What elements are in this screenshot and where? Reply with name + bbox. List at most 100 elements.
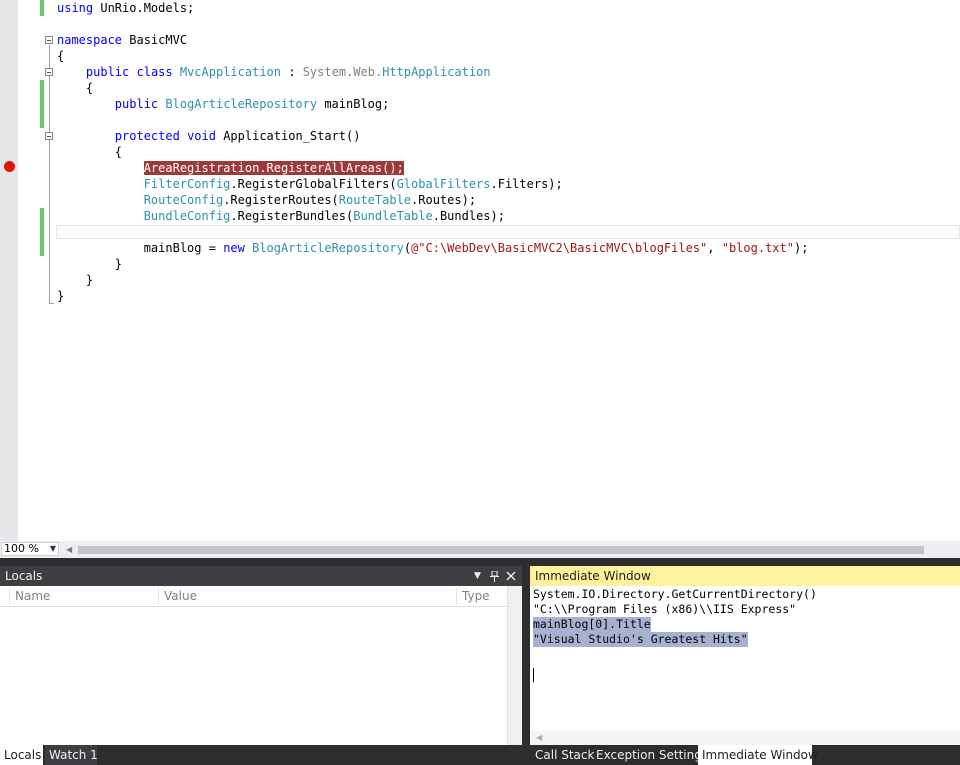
type-name: BundleConfig bbox=[143, 209, 231, 223]
column-type[interactable]: Type bbox=[462, 586, 490, 606]
collapse-namespace-icon[interactable] bbox=[45, 36, 53, 44]
keyword-namespace: namespace bbox=[57, 33, 123, 47]
code-text: .Filters); bbox=[490, 177, 563, 191]
code-text: mainBlog; bbox=[317, 97, 390, 111]
code-editor[interactable]: using UnRio.Models; namespace BasicMVC {… bbox=[0, 0, 960, 541]
type-name: RouteTable bbox=[338, 193, 412, 207]
chevron-down-icon: ▼ bbox=[49, 544, 56, 553]
immediate-title-bar[interactable]: Immediate Window bbox=[530, 566, 960, 586]
code-line-brace[interactable]: } bbox=[57, 256, 122, 272]
keyword-new: new bbox=[223, 241, 245, 255]
scrollbar-thumb[interactable] bbox=[78, 546, 924, 554]
string-literal: "blog.txt" bbox=[721, 241, 794, 255]
code-text: .Routes); bbox=[411, 193, 477, 207]
breakpoint-icon[interactable] bbox=[4, 161, 15, 172]
type-name: HttpApplication bbox=[382, 65, 491, 79]
zoom-dropdown[interactable]: 100 % ▼ bbox=[1, 542, 59, 556]
scroll-left-icon[interactable]: ◀ bbox=[66, 545, 72, 554]
code-line-brace[interactable]: { bbox=[57, 144, 122, 160]
change-indicator bbox=[40, 0, 44, 16]
pin-icon[interactable] bbox=[490, 566, 499, 586]
column-separator[interactable] bbox=[158, 588, 159, 604]
type-name: BlogArticleRepository bbox=[165, 97, 318, 111]
tab-exception-settings[interactable]: Exception Settings bbox=[592, 745, 712, 765]
code-line-using[interactable]: using UnRio.Models; bbox=[57, 0, 194, 16]
tab-watch-1[interactable]: Watch 1 bbox=[45, 745, 98, 765]
locals-list[interactable] bbox=[0, 607, 522, 745]
code-line-routeconfig[interactable]: RouteConfig.RegisterRoutes(RouteTable.Ro… bbox=[57, 192, 476, 208]
immediate-title: Immediate Window bbox=[535, 569, 651, 583]
tab-immediate-window[interactable]: Immediate Window bbox=[698, 745, 818, 765]
collapse-class-icon[interactable] bbox=[45, 68, 53, 76]
code-line-namespace[interactable]: namespace BasicMVC bbox=[57, 32, 187, 48]
locals-title-bar[interactable]: Locals ▼ bbox=[0, 566, 522, 586]
outline-end bbox=[49, 303, 54, 304]
string-literal: @"C:\WebDev\BasicMVC2\BasicMVC\blogFiles… bbox=[411, 241, 708, 255]
code-line-method[interactable]: protected void Application_Start() bbox=[57, 128, 361, 144]
code-text: ( bbox=[403, 241, 412, 255]
immediate-window: Immediate Window System.IO.Directory.Get… bbox=[530, 566, 960, 745]
code-line-bundleconfig[interactable]: BundleConfig.RegisterBundles(BundleTable… bbox=[57, 208, 505, 224]
code-line-mainblog[interactable]: mainBlog = new BlogArticleRepository(@"C… bbox=[57, 240, 809, 256]
zoom-value: 100 % bbox=[4, 542, 39, 555]
code-text: } bbox=[114, 257, 123, 271]
keyword-using: using bbox=[57, 1, 94, 15]
type-name: FilterConfig bbox=[143, 177, 231, 191]
change-indicator bbox=[40, 208, 44, 256]
tab-call-stack[interactable]: Call Stack bbox=[531, 745, 598, 765]
code-line-brace[interactable]: } bbox=[57, 272, 93, 288]
horizontal-scrollbar[interactable]: ◀ bbox=[530, 731, 960, 745]
scroll-left-icon[interactable]: ◀ bbox=[536, 731, 542, 745]
locals-title: Locals bbox=[5, 569, 43, 583]
code-text: .RegisterGlobalFilters( bbox=[230, 177, 397, 191]
code-text: { bbox=[57, 49, 65, 63]
code-text: } bbox=[85, 273, 94, 287]
type-name: GlobalFilters bbox=[396, 177, 491, 191]
code-line-class[interactable]: public class MvcApplication : System.Web… bbox=[57, 64, 491, 80]
immediate-line: "C:\\Program Files (x86)\\IIS Express" bbox=[533, 602, 797, 616]
current-line-highlight bbox=[56, 225, 960, 239]
tab-label: Call Stack bbox=[535, 748, 595, 762]
keyword-class: class bbox=[136, 65, 173, 79]
code-line-brace[interactable]: { bbox=[57, 48, 64, 64]
left-tool-tabs: Locals Watch 1 bbox=[0, 745, 522, 765]
locals-column-header: Name Value Type bbox=[0, 586, 522, 607]
chevron-down-icon[interactable]: ▼ bbox=[474, 566, 481, 586]
type-name: RouteConfig bbox=[143, 193, 224, 207]
vertical-scrollbar[interactable] bbox=[507, 586, 522, 745]
code-line-filterconfig[interactable]: FilterConfig.RegisterGlobalFilters(Globa… bbox=[57, 176, 563, 192]
code-line-field[interactable]: public BlogArticleRepository mainBlog; bbox=[57, 96, 390, 112]
column-separator[interactable] bbox=[9, 588, 10, 604]
tab-label: Locals bbox=[4, 748, 42, 762]
tab-label: Exception Settings bbox=[596, 748, 709, 762]
code-line-brace[interactable]: { bbox=[57, 80, 93, 96]
tab-locals[interactable]: Locals bbox=[0, 745, 43, 765]
code-text: UnRio.Models; bbox=[93, 1, 195, 15]
column-separator[interactable] bbox=[456, 588, 457, 604]
code-text: .RegisterRoutes( bbox=[223, 193, 339, 207]
pane-divider[interactable] bbox=[0, 558, 960, 566]
code-text: { bbox=[114, 145, 123, 159]
horizontal-scrollbar[interactable]: ◀ bbox=[66, 545, 960, 554]
code-line-breakpoint[interactable]: AreaRegistration.RegisterAllAreas(); bbox=[57, 160, 404, 176]
tab-label: Immediate Window bbox=[702, 748, 818, 762]
code-text: ); bbox=[793, 241, 809, 255]
type-name: MvcApplication bbox=[179, 65, 282, 79]
code-text: } bbox=[57, 289, 65, 303]
pane-splitter[interactable] bbox=[522, 566, 530, 765]
outline-line bbox=[49, 45, 50, 304]
immediate-text-area[interactable]: System.IO.Directory.GetCurrentDirectory(… bbox=[530, 586, 960, 745]
close-icon[interactable] bbox=[506, 566, 516, 586]
code-text: .Bundles); bbox=[432, 209, 505, 223]
keyword-protected: protected bbox=[114, 129, 180, 143]
code-line-brace[interactable]: } bbox=[57, 288, 64, 304]
glyph-margin[interactable] bbox=[0, 0, 18, 541]
immediate-line-selected: mainBlog[0].Title bbox=[533, 617, 651, 632]
breakpoint-statement: AreaRegistration.RegisterAllAreas(); bbox=[143, 161, 404, 175]
code-text: : bbox=[281, 65, 303, 79]
namespace-text: System.Web. bbox=[302, 65, 383, 79]
column-value[interactable]: Value bbox=[164, 586, 197, 606]
right-tool-tabs: Call Stack Exception Settings Immediate … bbox=[530, 745, 960, 765]
collapse-method-icon[interactable] bbox=[45, 132, 53, 140]
column-name[interactable]: Name bbox=[15, 586, 50, 606]
